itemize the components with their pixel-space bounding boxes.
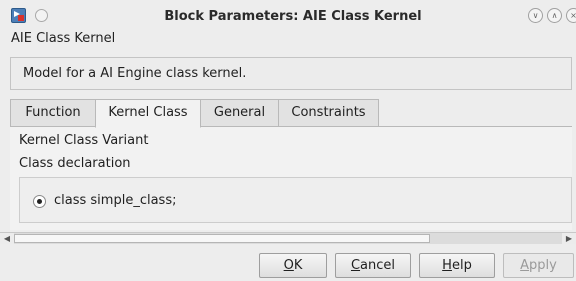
block-name: AIE Class Kernel <box>11 31 116 46</box>
title-bar: Block Parameters: AIE Class Kernel ∨ ∧ × <box>0 0 576 31</box>
scroll-thumb[interactable] <box>14 234 430 243</box>
description-box: Model for a AI Engine class kernel. <box>10 57 572 90</box>
class-option-label[interactable]: class simple_class; <box>54 193 176 208</box>
tab-kernel-class[interactable]: Kernel Class <box>95 99 201 128</box>
class-option-radio[interactable] <box>33 195 46 208</box>
tab-general[interactable]: General <box>200 99 279 127</box>
window-title: Block Parameters: AIE Class Kernel <box>164 9 422 24</box>
class-declaration-label: Class declaration <box>19 156 131 171</box>
class-declaration-group: class simple_class; <box>19 177 572 223</box>
help-button[interactable]: Help <box>419 253 495 278</box>
description-text: Model for a AI Engine class kernel. <box>23 66 247 81</box>
maximize-icon[interactable]: ∧ <box>547 8 562 23</box>
kernel-class-variant-label: Kernel Class Variant <box>19 133 149 148</box>
close-icon[interactable]: × <box>566 8 576 23</box>
horizontal-scrollbar[interactable]: ◀ ▶ <box>0 232 576 244</box>
scroll-left-icon[interactable]: ◀ <box>0 233 14 244</box>
scroll-right-icon[interactable]: ▶ <box>562 233 576 244</box>
ok-button[interactable]: OK <box>259 253 327 278</box>
apply-button[interactable]: Apply <box>503 253 574 278</box>
tab-constraints[interactable]: Constraints <box>278 99 379 127</box>
cancel-button[interactable]: Cancel <box>335 253 411 278</box>
minimize-icon[interactable]: ∨ <box>528 8 543 23</box>
tab-function[interactable]: Function <box>10 99 96 127</box>
